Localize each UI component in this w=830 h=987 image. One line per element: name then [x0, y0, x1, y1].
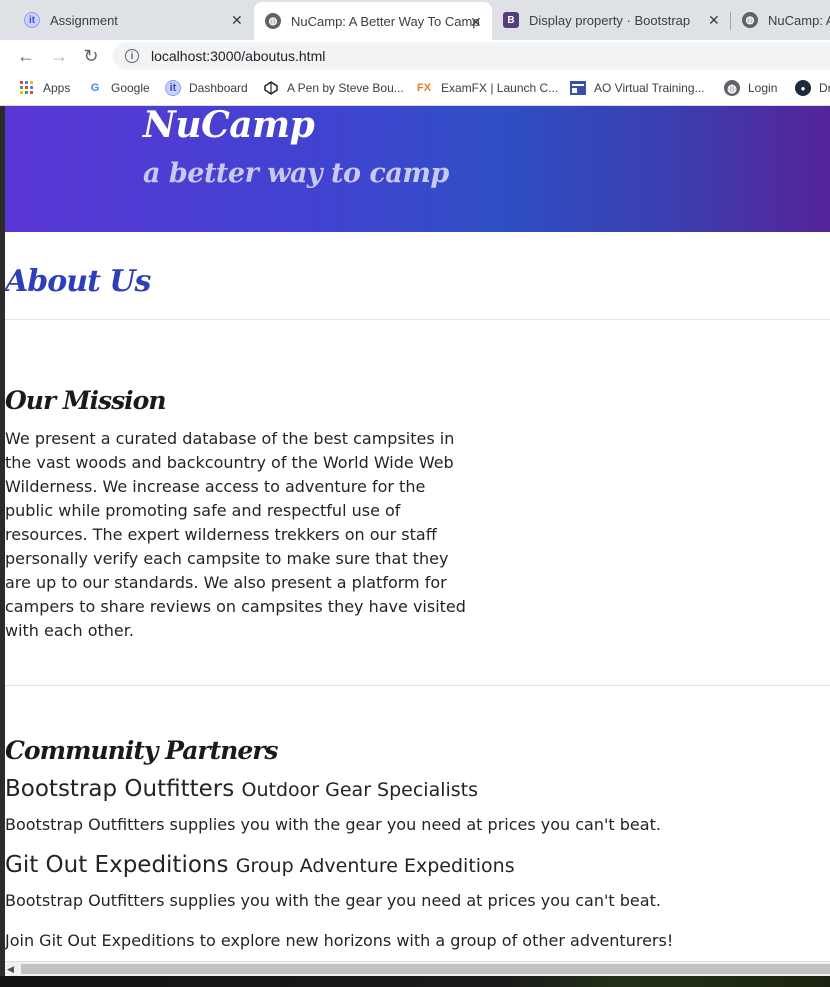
globe-icon: ◍	[265, 13, 281, 29]
bookmark-label: Login	[748, 81, 778, 95]
page-title: About Us	[5, 264, 151, 299]
back-button[interactable]: ←	[14, 44, 38, 68]
bookmark-apps[interactable]: Apps	[19, 80, 70, 96]
tab-nucamp-2[interactable]: ◍ NuCamp: A	[731, 0, 830, 40]
horizontal-scrollbar[interactable]: ◀	[5, 961, 830, 976]
bookmark-label: Dr	[819, 81, 830, 95]
tab-title: Display property · Bootstrap	[529, 12, 691, 28]
mission-heading: Our Mission	[5, 386, 166, 415]
codepen-icon	[263, 80, 279, 96]
globe-icon: ◍	[724, 80, 740, 96]
address-bar[interactable]: i localhost:3000/aboutus.html	[113, 42, 830, 70]
brand-tagline: a better way to camp	[143, 158, 449, 189]
partner-name: Git Out Expeditions	[5, 852, 229, 878]
globe-icon: ◍	[742, 12, 758, 28]
page-viewport: NuCamp a better way to camp About Us Our…	[5, 106, 830, 961]
bookmark-label: Dashboard	[189, 81, 248, 95]
bookmark-login[interactable]: ◍ Login	[724, 80, 777, 96]
examfx-icon: FX	[416, 82, 432, 94]
tab-title: NuCamp: A Better Way To Camp	[291, 13, 480, 29]
reload-button[interactable]: ↻	[79, 44, 103, 68]
training-icon	[570, 80, 586, 96]
bookmark-ao-training[interactable]: AO Virtual Training...	[570, 80, 705, 96]
desktop-background	[0, 976, 830, 987]
divider	[5, 319, 830, 320]
url-text[interactable]: localhost:3000/aboutus.html	[151, 48, 325, 64]
bookmark-dashboard[interactable]: it Dashboard	[165, 80, 248, 96]
bookmarks-bar: Apps G Google it Dashboard A Pen by Stev…	[0, 72, 830, 106]
partner-title: Git Out Expeditions Group Adventure Expe…	[5, 852, 515, 878]
partner-name: Bootstrap Outfitters	[5, 776, 235, 802]
bookmark-codepen[interactable]: A Pen by Steve Bou...	[263, 80, 404, 96]
apps-grid-icon	[19, 80, 35, 96]
tab-strip: it Assignment ✕ ◍ NuCamp: A Better Way T…	[0, 0, 830, 40]
tab-assignment[interactable]: it Assignment ✕	[0, 0, 254, 40]
close-icon[interactable]: ✕	[470, 14, 482, 31]
close-icon[interactable]: ✕	[708, 12, 720, 29]
bookmark-google[interactable]: G Google	[87, 80, 150, 96]
partner-title: Bootstrap Outfitters Outdoor Gear Specia…	[5, 776, 478, 802]
grade-icon: it	[165, 80, 181, 96]
browser-toolbar: ← → ↻ i localhost:3000/aboutus.html	[0, 40, 830, 72]
brand-title: NuCamp	[143, 106, 315, 146]
mission-text: We present a curated database of the bes…	[5, 429, 466, 640]
header-jumbotron: NuCamp a better way to camp	[5, 106, 830, 232]
bookmark-label: A Pen by Steve Bou...	[287, 81, 404, 95]
partner-subtitle: Outdoor Gear Specialists	[241, 779, 479, 801]
bookmark-label: Apps	[43, 81, 71, 95]
bootstrap-icon: B	[503, 12, 519, 28]
bookmark-examfx[interactable]: FX ExamFX | Launch C...	[415, 80, 558, 96]
bookmark-label: Google	[111, 81, 150, 95]
scroll-left-icon[interactable]: ◀	[7, 964, 14, 975]
partner-description: Bootstrap Outfitters supplies you with t…	[5, 891, 661, 910]
forward-button[interactable]: →	[47, 44, 71, 68]
divider	[5, 685, 830, 686]
tab-title: NuCamp: A	[768, 12, 830, 28]
google-icon: G	[90, 82, 100, 94]
bookmark-label: ExamFX | Launch C...	[441, 81, 559, 95]
dark-circle-icon: ●	[795, 80, 811, 96]
scrollbar-thumb[interactable]	[21, 964, 830, 974]
partner-description: Bootstrap Outfitters supplies you with t…	[5, 815, 661, 834]
close-icon[interactable]: ✕	[231, 12, 243, 29]
tab-title: Assignment	[50, 12, 118, 28]
tab-bootstrap[interactable]: B Display property · Bootstrap ✕	[492, 0, 730, 40]
tab-nucamp-active[interactable]: ◍ NuCamp: A Better Way To Camp ✕	[254, 2, 492, 40]
info-icon[interactable]: i	[125, 49, 139, 63]
bookmark-label: AO Virtual Training...	[594, 81, 705, 95]
partner-subtitle: Group Adventure Expeditions	[235, 855, 515, 877]
partner-extra-text: Join Git Out Expeditions to explore new …	[5, 931, 674, 950]
grade-icon: it	[24, 12, 40, 28]
partners-heading: Community Partners	[5, 736, 278, 765]
bookmark-dr[interactable]: ● Dr	[795, 80, 830, 96]
